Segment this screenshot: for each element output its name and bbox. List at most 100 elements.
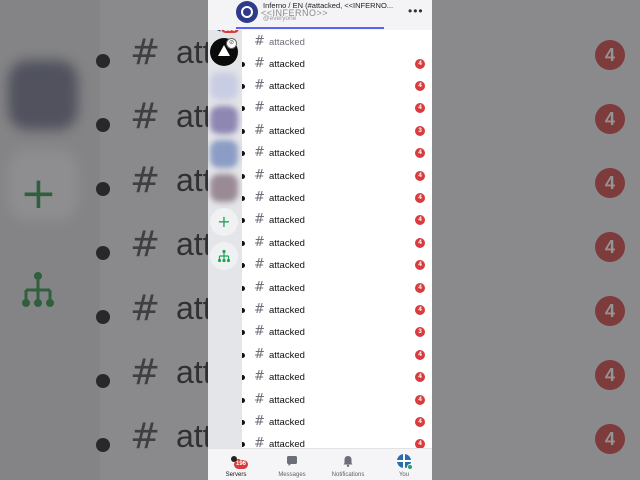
mention-badge: 4 (415, 350, 425, 360)
channel-name: attacked (269, 193, 305, 204)
channel-name: attacked (269, 350, 305, 361)
mention-badge: 4 (415, 148, 425, 158)
unread-indicator (242, 442, 245, 447)
channel-name: attacked (269, 327, 305, 338)
channel-row[interactable]: # attacked (242, 32, 432, 54)
channel-row[interactable]: # attacked 4 (242, 76, 432, 98)
server-icon-blurred[interactable] (210, 140, 238, 168)
channel-row[interactable]: # attacked 4 (242, 54, 432, 76)
mention-badge: 4 (415, 260, 425, 270)
channel-row[interactable]: # attacked 4 (242, 390, 432, 412)
hashtag-icon: # (254, 78, 265, 93)
channel-name: attacked (269, 260, 305, 271)
hashtag-icon: # (254, 168, 265, 183)
channel-name: attacked (269, 305, 305, 316)
channel-row[interactable]: # attacked 4 (242, 278, 432, 300)
channel-row[interactable]: # attacked 3 (242, 121, 432, 143)
server-sub-caption: @everyone (263, 15, 297, 22)
mention-badge: 4 (415, 417, 425, 427)
hashtag-icon: # (254, 414, 265, 429)
tab-you[interactable]: You (376, 451, 432, 480)
mention-badge: 4 (415, 171, 425, 181)
hashtag-icon: # (254, 190, 265, 205)
unread-indicator (242, 174, 245, 179)
channel-row[interactable]: # attacked 4 (242, 345, 432, 367)
mention-badge: 4 (415, 193, 425, 203)
channel-row[interactable]: # attacked 3 (242, 322, 432, 344)
hashtag-icon: # (254, 324, 265, 339)
hashtag-icon: # (254, 302, 265, 317)
loading-progress-bar (236, 27, 384, 29)
mention-badge: 4 (415, 215, 425, 225)
server-logo-icon[interactable] (236, 1, 258, 23)
mention-badge: 4 (415, 372, 425, 382)
unread-indicator (242, 420, 245, 425)
unread-indicator (242, 151, 245, 156)
online-status-indicator (407, 464, 413, 470)
channel-name: attacked (269, 37, 305, 48)
hub-tree-icon (217, 249, 231, 263)
unread-indicator (242, 308, 245, 313)
unread-indicator (242, 196, 245, 201)
channel-row[interactable]: # attacked 4 (242, 210, 432, 232)
channel-name: attacked (269, 417, 305, 428)
more-options-icon[interactable]: ••• (408, 4, 424, 18)
hashtag-icon: # (254, 145, 265, 160)
hashtag-icon: # (254, 212, 265, 227)
server-icon-blurred[interactable] (210, 72, 238, 100)
channel-row[interactable]: # attacked 4 (242, 233, 432, 255)
phone-screen: 196 ⊘ + Inferno / EN (#attacked, <<INFER… (208, 0, 432, 480)
channel-row[interactable]: # attacked 4 (242, 412, 432, 434)
mention-badge: 4 (415, 81, 425, 91)
channel-row[interactable]: # attacked 4 (242, 188, 432, 210)
channel-name: attacked (269, 283, 305, 294)
hashtag-icon: # (254, 235, 265, 250)
server-rail: 196 ⊘ + (208, 0, 242, 448)
channel-row[interactable]: # attacked 4 (242, 143, 432, 165)
messages-icon (287, 456, 297, 466)
unread-indicator (242, 330, 245, 335)
tab-notifications[interactable]: Notifications (320, 451, 376, 480)
bottom-tab-bar: 196 Servers Messages Notifications You (208, 448, 432, 480)
tab-messages[interactable]: Messages (264, 451, 320, 480)
unread-indicator (242, 241, 245, 246)
mention-badge: 4 (415, 238, 425, 248)
mention-badge: 4 (415, 59, 425, 69)
tab-label: Messages (278, 472, 306, 478)
channel-row[interactable]: # attacked 4 (242, 300, 432, 322)
hashtag-icon: # (254, 347, 265, 362)
unread-indicator (242, 84, 245, 89)
channel-name: attacked (269, 59, 305, 70)
hashtag-icon: # (254, 436, 265, 448)
mention-badge: 3 (415, 327, 425, 337)
channel-name: attacked (269, 238, 305, 249)
channel-row[interactable]: # attacked 4 (242, 166, 432, 188)
hashtag-icon: # (254, 56, 265, 71)
mention-badge: 4 (415, 283, 425, 293)
hashtag-icon: # (254, 123, 265, 138)
channel-name: attacked (269, 439, 305, 448)
channel-row[interactable]: # attacked 4 (242, 434, 432, 448)
channel-list: # attacked # attacked 4 # attacked 4 # a… (242, 30, 432, 448)
unread-indicator (242, 263, 245, 268)
channel-name: attacked (269, 171, 305, 182)
tab-servers[interactable]: 196 Servers (208, 451, 264, 480)
tab-label: Notifications (331, 472, 365, 478)
unread-indicator (242, 62, 245, 67)
unread-indicator (242, 218, 245, 223)
channel-row[interactable]: # attacked 4 (242, 367, 432, 389)
channel-row[interactable]: # attacked 4 (242, 98, 432, 120)
server-icon-blurred[interactable] (210, 174, 238, 202)
server-icon-blurred[interactable] (210, 106, 238, 134)
add-server-button[interactable]: + (210, 208, 238, 236)
channel-row[interactable]: # attacked 4 (242, 255, 432, 277)
channel-name: attacked (269, 148, 305, 159)
discover-servers-button[interactable] (210, 242, 238, 270)
mention-badge: 4 (415, 305, 425, 315)
channel-name: attacked (269, 395, 305, 406)
unread-indicator (242, 398, 245, 403)
hashtag-icon: # (254, 369, 265, 384)
tab-label: Servers (225, 472, 247, 478)
mention-badge: 4 (415, 103, 425, 113)
unread-indicator (242, 106, 245, 111)
